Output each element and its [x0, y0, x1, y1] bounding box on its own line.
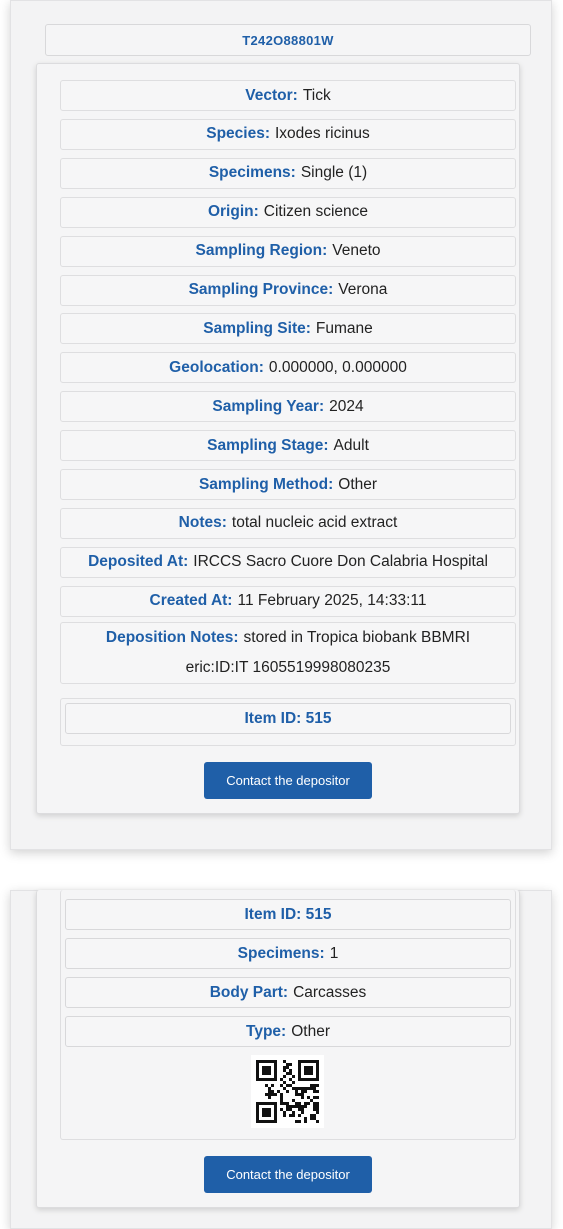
sample-code-header: T242O88801W [45, 24, 531, 56]
field-key: Species: [206, 125, 270, 143]
contact-depositor-button[interactable]: Contact the depositor [204, 762, 372, 799]
detail-row: Origin: Citizen science [60, 196, 516, 228]
field-value: Veneto [332, 242, 381, 260]
field-key: Geolocation: [169, 358, 264, 376]
field-value: Carcasses [293, 983, 367, 1001]
field-key: Specimens: [237, 944, 325, 962]
field-key: Sampling Province: [188, 281, 334, 298]
contact-depositor-button-2[interactable]: Contact the depositor [204, 1156, 372, 1193]
item-row: Body Part: Carcasses [65, 977, 511, 1008]
field-key: Vector: [245, 86, 298, 104]
detail-row: Species: Ixodes ricinus [60, 118, 516, 150]
field-key: Specimens: [208, 164, 296, 182]
item-id-2: Item ID: 515 [65, 899, 511, 930]
item-row: Specimens: 1 [65, 938, 511, 969]
field-value: Verona [338, 281, 388, 298]
detail-row: Sampling Stage: Adult [60, 430, 516, 462]
sample-code: T242O88801W [242, 32, 334, 48]
field-value: Citizen science [263, 203, 369, 221]
field-key: Sampling Method: [198, 475, 334, 493]
field-value: Adult [333, 436, 369, 454]
detail-row: Vector: Tick [60, 80, 516, 111]
detail-row: Created At: 11 February 2025, 14:33:11 [60, 585, 516, 617]
detail-row: Sampling Site: Fumane [60, 313, 516, 345]
field-value: 2024 [329, 397, 364, 415]
detail-row: Sampling Region: Veneto [60, 235, 516, 267]
field-value: 11 February 2025, 14:33:11 [237, 592, 427, 610]
field-value: IRCCS Sacro Cuore Don Calabria Hospital [193, 553, 488, 571]
field-key: Created At: [149, 592, 233, 610]
field-key: Type: [246, 1022, 287, 1040]
detail-row: Deposited At: IRCCS Sacro Cuore Don Calab… [60, 546, 516, 578]
field-value: total nucleic acid extract [231, 514, 398, 532]
field-value: Other [291, 1022, 330, 1040]
field-key: Deposited At: [88, 553, 189, 571]
detail-row: Notes: total nucleic acid extract [60, 507, 516, 539]
field-value-line2: eric:ID:IT 1605519998080235 [185, 659, 391, 676]
field-value: Other [338, 475, 378, 493]
field-value: 0.000000, 0.000000 [268, 358, 407, 376]
detail-row: Specimens: Single (1) [60, 157, 516, 189]
detail-row: Sampling Year: 2024 [60, 391, 516, 423]
field-value: Tick [302, 86, 331, 104]
detail-row: Geolocation: 0.000000, 0.000000 [60, 352, 516, 384]
field-key: Sampling Stage: [207, 436, 329, 454]
field-key: Sampling Site: [203, 319, 311, 337]
field-value: Single (1) [300, 164, 368, 182]
field-value: Ixodes ricinus [275, 125, 370, 143]
field-value: 1 [329, 944, 339, 962]
field-value: Fumane [315, 319, 373, 337]
field-key: Notes: [178, 514, 227, 532]
item-row: Type: Other [65, 1016, 511, 1047]
field-key: Sampling Year: [212, 397, 325, 415]
detail-row: Sampling Method: Other [60, 469, 516, 500]
field-key: Body Part: [209, 983, 289, 1001]
field-key: Deposition Notes: [105, 629, 239, 646]
field-key: Sampling Region: [195, 242, 328, 260]
qr-code-icon [251, 1055, 324, 1128]
field-value: stored in Tropica biobank BBMRI [243, 629, 471, 646]
item-id: Item ID: 515 [65, 703, 511, 734]
deposition-notes-row: Deposition Notes: stored in Tropica bioba… [60, 622, 516, 684]
detail-row: Sampling Province: Verona [60, 274, 516, 306]
field-key: Origin: [207, 203, 259, 221]
